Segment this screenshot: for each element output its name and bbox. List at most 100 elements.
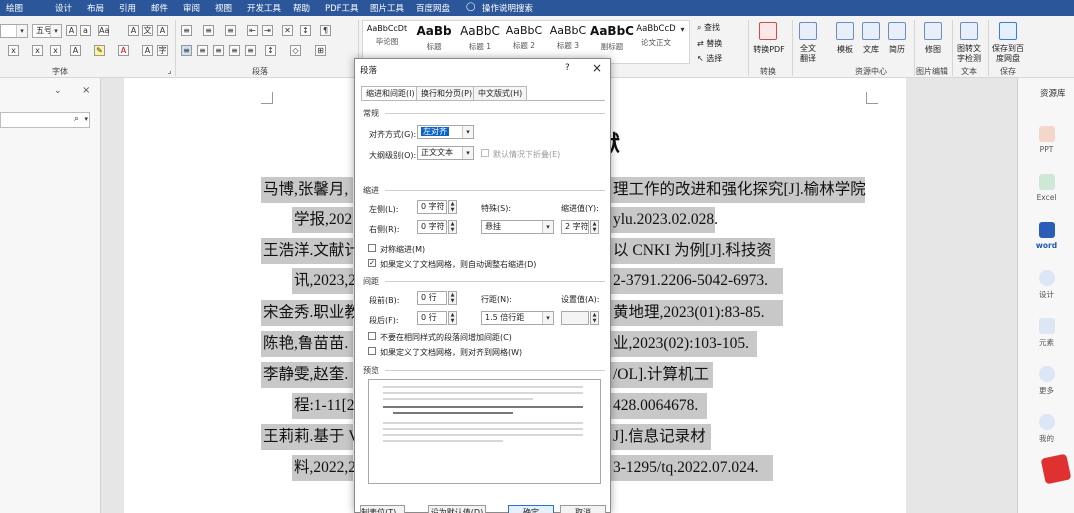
show-marks-icon[interactable]: ¶ [320, 25, 331, 36]
select-button[interactable]: ↖ 选择 [697, 53, 722, 64]
shrink-font-icon[interactable]: a [80, 25, 91, 36]
font-dialog-launcher-icon[interactable]: ⌟ [164, 66, 175, 77]
resource-word[interactable]: word [1018, 222, 1074, 250]
search-icon[interactable]: ⌕ [74, 114, 79, 124]
text-effect-icon[interactable]: A [70, 45, 81, 56]
auto-adjust-checkbox[interactable]: ✓ [368, 259, 376, 267]
grow-font-icon[interactable]: A [66, 25, 77, 36]
library-button[interactable]: 文库 [859, 44, 883, 55]
space-after-spinner[interactable]: ▲ ▼ [448, 311, 457, 325]
borders-icon[interactable]: ⊞ [315, 45, 326, 56]
close-icon[interactable]: × [82, 85, 90, 96]
menu-draw[interactable]: 绘图 [6, 2, 23, 14]
translate-button[interactable]: 全文翻译 [797, 44, 819, 64]
shading-icon[interactable]: A [142, 45, 153, 56]
justify-icon[interactable]: ≡ [229, 45, 240, 56]
phonetic-icon[interactable]: 文 [142, 25, 153, 36]
at-input[interactable] [561, 311, 589, 325]
tab-indent-spacing[interactable]: 缩进和间距(I) [361, 86, 420, 101]
resource-mine[interactable]: 我的 [1018, 414, 1074, 444]
tab-asian-typography[interactable]: 中文版式(H) [473, 86, 528, 100]
style-item[interactable]: AaBbC 标题 2 [502, 24, 546, 51]
bullets-icon[interactable]: ≡ [181, 25, 192, 36]
no-space-same-style-checkbox[interactable] [368, 332, 376, 340]
line-spacing-dropdown[interactable]: 1.5 倍行距 ▾ [481, 311, 554, 325]
menu-references[interactable]: 引用 [119, 2, 136, 14]
repair-image-button[interactable]: 修图 [921, 44, 945, 55]
tabs-button[interactable]: 制表位(T)... [360, 505, 405, 513]
highlight-icon[interactable]: ✎ [94, 45, 105, 56]
strikethrough-icon[interactable]: x [8, 45, 19, 56]
menu-view[interactable]: 视图 [215, 2, 232, 14]
chevron-down-icon[interactable]: ▾ [84, 115, 88, 123]
indent-by-input[interactable]: 2 字符 [561, 220, 589, 234]
cancel-button[interactable]: 取消 [560, 505, 606, 513]
special-dropdown[interactable]: 悬挂 ▾ [481, 220, 554, 234]
numbering-icon[interactable]: ≡ [203, 25, 214, 36]
style-item[interactable]: AaBbC 标题 1 [458, 24, 502, 52]
align-left-icon[interactable]: ≡ [181, 45, 192, 56]
alignment-dropdown[interactable]: 左对齐 ▾ [417, 125, 474, 139]
indent-right-spinner[interactable]: ▲ ▼ [448, 220, 457, 234]
chinese-layout-icon[interactable]: ✕ [282, 25, 293, 36]
menu-tell-me[interactable]: 操作说明搜索 [482, 2, 533, 14]
mirror-indent-checkbox[interactable] [368, 244, 376, 252]
menu-design[interactable]: 设计 [55, 2, 72, 14]
to-pdf-button[interactable]: 转换PDF [752, 44, 786, 55]
replace-button[interactable]: ⇄ 替换 [697, 38, 722, 49]
help-icon[interactable]: ? [565, 63, 570, 73]
menu-picture-tools[interactable]: 图片工具 [370, 2, 404, 14]
style-item[interactable]: AaBbC 副标题 [590, 24, 634, 52]
superscript-icon[interactable]: x [50, 45, 61, 56]
clear-format-icon[interactable]: A [128, 25, 139, 36]
sort-icon[interactable]: ↕ [300, 25, 311, 36]
red-packet-icon[interactable] [1040, 453, 1072, 485]
menu-review[interactable]: 审阅 [183, 2, 200, 14]
align-right-icon[interactable]: ≡ [213, 45, 224, 56]
font-size-dropdown[interactable]: 五号 ▾ [32, 24, 62, 38]
style-item[interactable]: AaBbCcD 论文正文 [634, 24, 678, 48]
resource-more[interactable]: 更多 [1018, 366, 1074, 396]
line-spacing-icon[interactable]: ↕ [265, 45, 276, 56]
font-name-dropdown[interactable]: ▾ [0, 24, 28, 38]
ok-button[interactable]: 确定 [508, 505, 554, 513]
char-border-icon[interactable]: A [157, 25, 168, 36]
resource-excel[interactable]: Excel [1018, 174, 1074, 202]
find-button[interactable]: ⌕ 查找 [697, 22, 720, 33]
subscript-icon[interactable]: x [32, 45, 43, 56]
menu-mailings[interactable]: 邮件 [151, 2, 168, 14]
outline-level-dropdown[interactable]: 正文文本 ▾ [417, 146, 474, 160]
space-after-input[interactable]: 0 行 [417, 311, 447, 325]
set-default-button[interactable]: 设为默认值(D) [428, 505, 486, 513]
style-item[interactable]: AaBbCcDt 毕论图 [364, 24, 410, 47]
space-before-spinner[interactable]: ▲ ▼ [448, 291, 457, 305]
tab-line-page-breaks[interactable]: 换行和分页(P) [416, 86, 478, 100]
multilevel-list-icon[interactable]: ≡ [225, 25, 236, 36]
menu-help[interactable]: 帮助 [293, 2, 310, 14]
enclose-char-icon[interactable]: 字 [157, 45, 168, 56]
save-to-baidu-button[interactable]: 保存到百度网盘 [990, 44, 1026, 64]
snap-to-grid-checkbox[interactable] [368, 347, 376, 355]
case-icon[interactable]: Aa [98, 25, 109, 36]
menu-baidu-netdisk[interactable]: 百度网盘 [416, 2, 450, 14]
menu-pdf-tools[interactable]: PDF工具 [325, 2, 359, 14]
style-item[interactable]: AaBbC 标题 3 [546, 24, 590, 51]
ocr-button[interactable]: 图转文字检测 [955, 44, 983, 64]
shading-fill-icon[interactable]: ◇ [290, 45, 301, 56]
menu-layout[interactable]: 布局 [87, 2, 104, 14]
decrease-indent-icon[interactable]: ⇤ [247, 25, 258, 36]
font-color-icon[interactable]: A [118, 45, 129, 56]
menu-developer[interactable]: 开发工具 [247, 2, 281, 14]
align-center-icon[interactable]: ≡ [197, 45, 208, 56]
close-icon[interactable]: × [592, 61, 602, 75]
style-item[interactable]: AaBb 标题 [410, 24, 458, 52]
resource-elements[interactable]: 元素 [1018, 318, 1074, 348]
chevron-down-icon[interactable]: ⌄ [54, 86, 62, 96]
gallery-more-icon[interactable]: ▾ [677, 25, 688, 36]
increase-indent-icon[interactable]: ⇥ [262, 25, 273, 36]
indent-left-spinner[interactable]: ▲ ▼ [448, 200, 457, 214]
resource-design[interactable]: 设计 [1018, 270, 1074, 300]
collapse-checkbox[interactable] [481, 149, 489, 157]
at-spinner[interactable]: ▲ ▼ [590, 311, 599, 325]
template-button[interactable]: 模板 [833, 44, 857, 55]
